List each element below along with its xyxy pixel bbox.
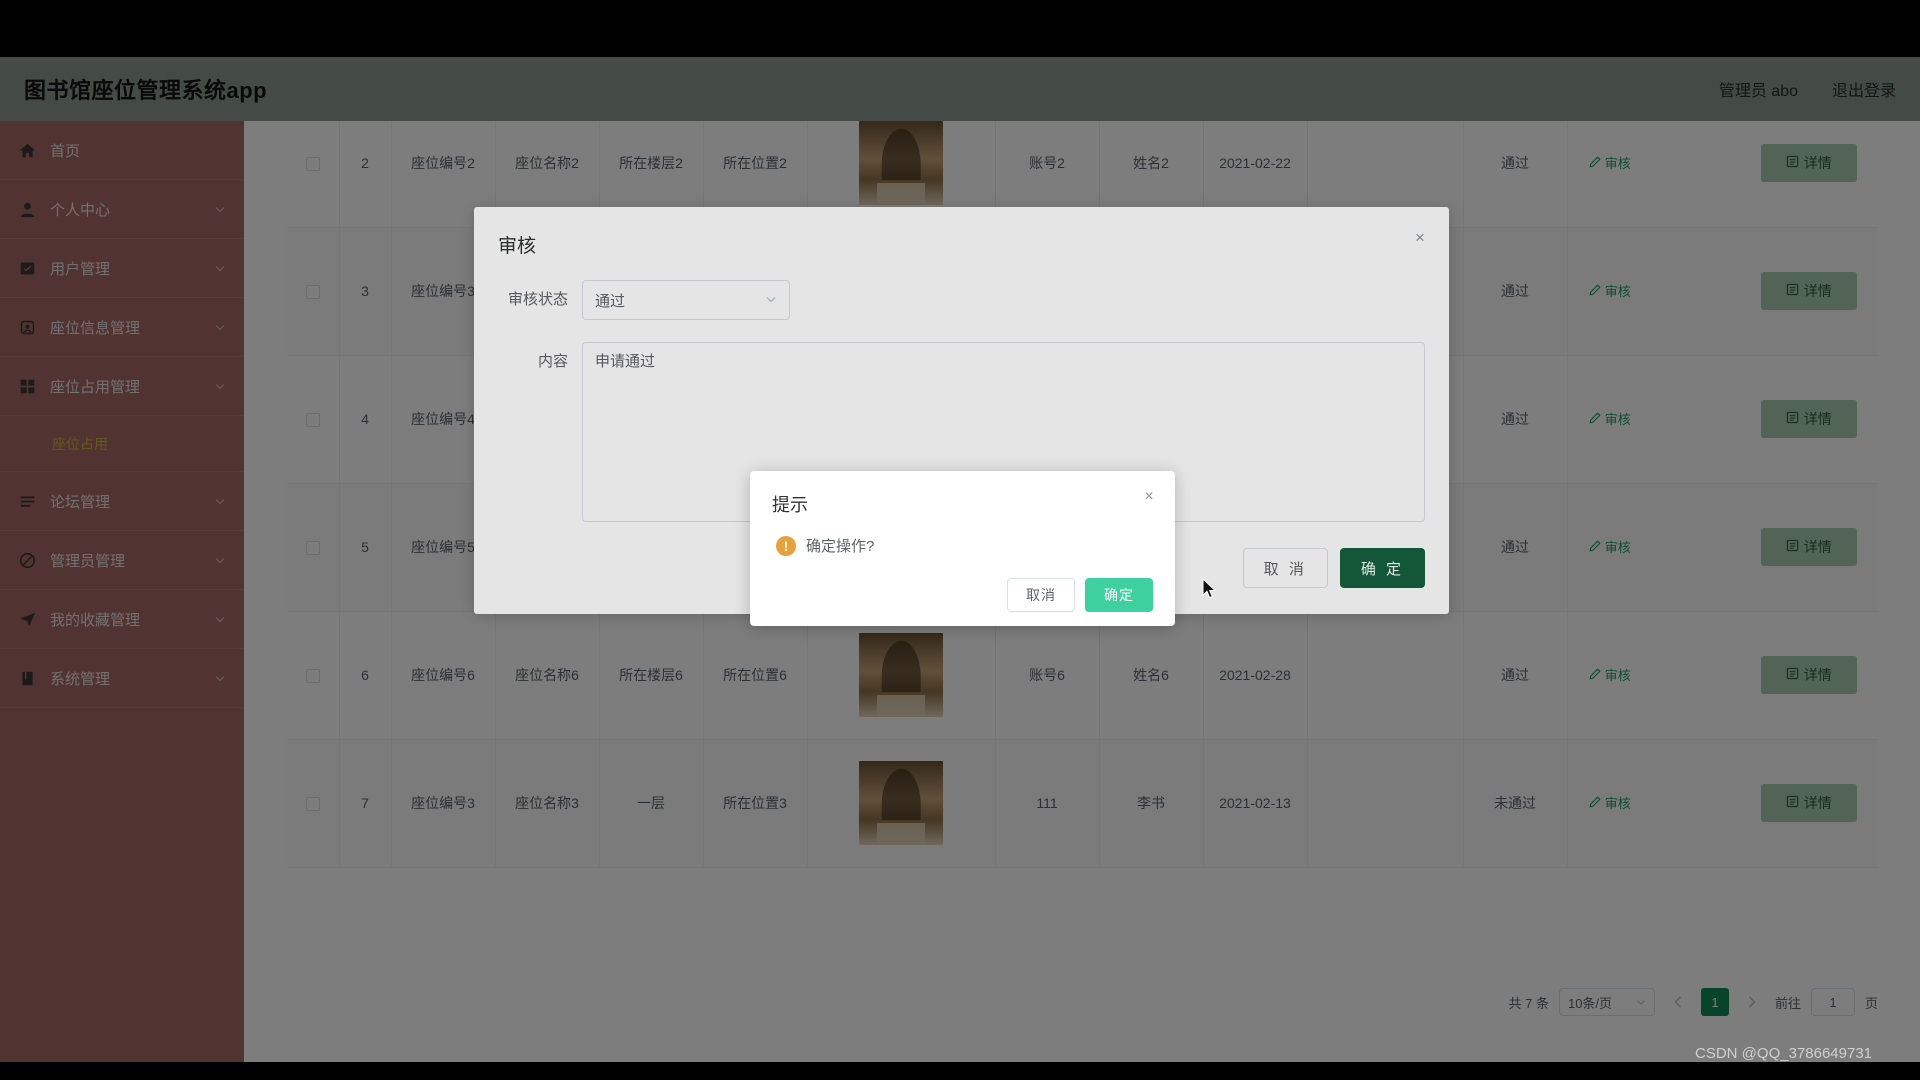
confirm-dialog-footer: 取消 确定 [772, 578, 1153, 612]
confirm-dialog: 提示 × ! 确定操作? 取消 确定 [750, 471, 1175, 626]
warning-icon: ! [776, 535, 796, 556]
close-icon[interactable]: × [1141, 489, 1157, 505]
screen-root: 图书馆座位管理系统app 管理员 abo 退出登录 首页 个人中心 用户管理 座位信息… [0, 0, 1920, 1080]
confirm-dialog-message: 确定操作? [806, 538, 875, 555]
watermark: CSDN @QQ_3786649731 [1695, 1045, 1872, 1062]
confirm-ok-button[interactable]: 确定 [1085, 578, 1153, 612]
confirm-dialog-title: 提示 [772, 495, 808, 515]
confirm-cancel-button[interactable]: 取消 [1007, 578, 1075, 612]
confirm-dialog-message-row: ! 确定操作? [772, 533, 1153, 578]
